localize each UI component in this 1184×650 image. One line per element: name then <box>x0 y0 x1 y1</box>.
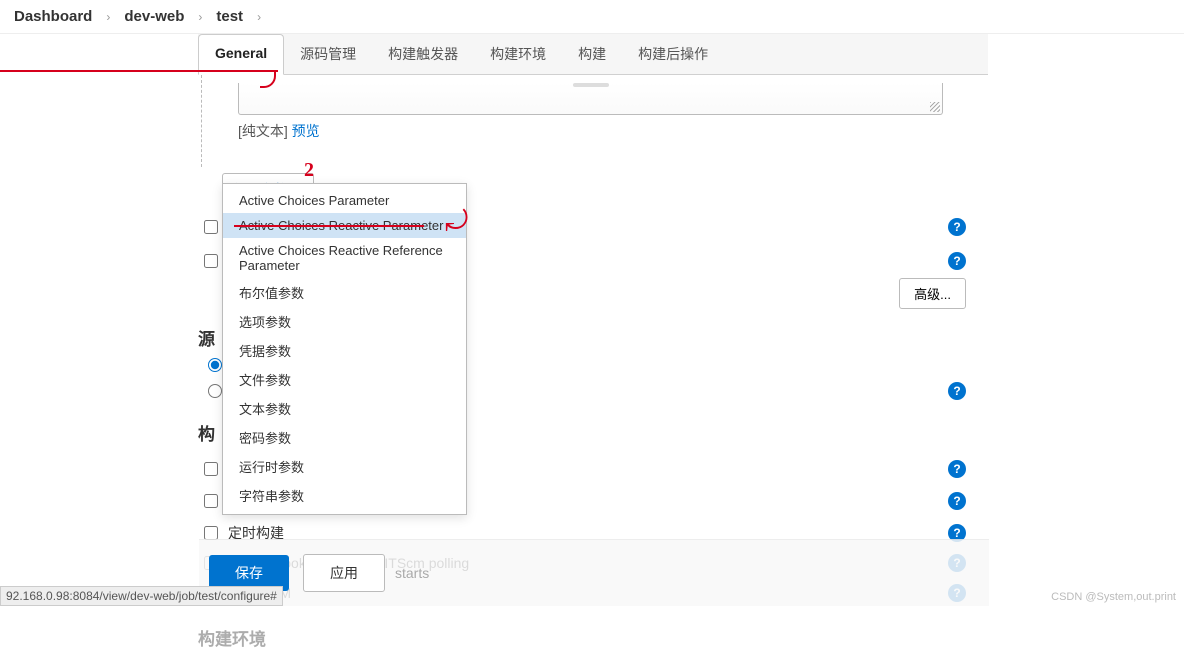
dropdown-item-file[interactable]: 文件参数 <box>223 365 466 394</box>
scm-none-radio[interactable] <box>208 358 222 372</box>
description-format-row: [纯文本] 预览 <box>238 121 988 141</box>
dropdown-item-string[interactable]: 字符串参数 <box>223 481 466 510</box>
hidden-checkbox-1[interactable] <box>204 220 218 234</box>
dropdown-item-password[interactable]: 密码参数 <box>223 423 466 452</box>
watermark: CSDN @System,out.print <box>1051 591 1176 603</box>
apply-button[interactable]: 应用 <box>303 554 385 592</box>
help-icon[interactable]: ? <box>948 492 966 510</box>
dropdown-item-text[interactable]: 文本参数 <box>223 394 466 423</box>
chevron-right-icon: › <box>198 10 202 24</box>
breadcrumb-item-test[interactable]: test <box>216 8 243 25</box>
tab-env[interactable]: 构建环境 <box>474 34 562 74</box>
breadcrumb-item-dashboard[interactable]: Dashboard <box>14 8 92 25</box>
description-textarea-bottom[interactable] <box>238 83 943 115</box>
help-icon[interactable]: ? <box>948 218 966 236</box>
trigger-after-other-checkbox[interactable] <box>204 494 218 508</box>
add-parameter-dropdown: Active Choices Parameter Active Choices … <box>222 183 467 515</box>
plain-text-label: [纯文本] <box>238 123 288 139</box>
dropdown-item-boolean[interactable]: 布尔值参数 <box>223 278 466 307</box>
footer-ghost-text: starts <box>395 565 429 581</box>
env-section-title: 构建环境 <box>198 625 988 650</box>
dropdown-item-active-choices-reactive-ref[interactable]: Active Choices Reactive Reference Parame… <box>223 238 466 278</box>
dropdown-item-credentials[interactable]: 凭据参数 <box>223 336 466 365</box>
dropdown-item-active-choices[interactable]: Active Choices Parameter <box>223 188 466 213</box>
advanced-button[interactable]: 高级... <box>899 278 966 309</box>
tab-general[interactable]: General <box>198 34 284 75</box>
help-icon[interactable]: ? <box>948 252 966 270</box>
dropdown-item-choice[interactable]: 选项参数 <box>223 307 466 336</box>
hidden-checkbox-2[interactable] <box>204 254 218 268</box>
trigger-timer-checkbox[interactable] <box>204 526 218 540</box>
trigger-remote-checkbox[interactable] <box>204 462 218 476</box>
dropdown-item-active-choices-reactive[interactable]: Active Choices Reactive Parameter <box>223 213 466 238</box>
breadcrumb-item-devweb[interactable]: dev-web <box>124 8 184 25</box>
footer-actions: 保存 应用 starts <box>199 539 989 606</box>
chevron-right-icon: › <box>257 10 261 24</box>
scm-other-radio[interactable] <box>208 384 222 398</box>
breadcrumb: Dashboard › dev-web › test › <box>0 0 1184 34</box>
dropdown-item-run[interactable]: 运行时参数 <box>223 452 466 481</box>
help-icon[interactable]: ? <box>948 460 966 478</box>
tab-build[interactable]: 构建 <box>562 34 622 74</box>
status-url: 92.168.0.98:8084/view/dev-web/job/test/c… <box>0 586 283 606</box>
tab-triggers[interactable]: 构建触发器 <box>372 34 474 74</box>
tab-postbuild[interactable]: 构建后操作 <box>622 34 724 74</box>
help-icon[interactable]: ? <box>948 382 966 400</box>
chevron-right-icon: › <box>106 10 110 24</box>
config-tabs: General 源码管理 构建触发器 构建环境 构建 构建后操作 <box>198 34 988 75</box>
preview-link[interactable]: 预览 <box>292 123 320 139</box>
tab-scm[interactable]: 源码管理 <box>284 34 372 74</box>
